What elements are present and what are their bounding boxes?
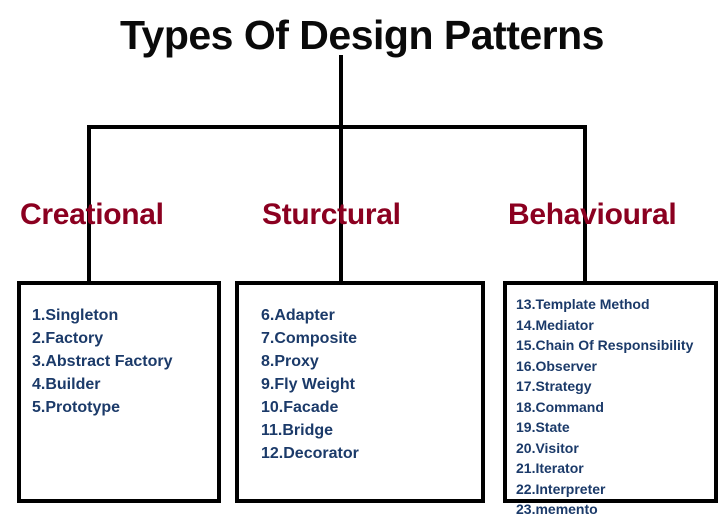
list-item: 13.Template Method: [516, 296, 650, 312]
list-item: 4.Builder: [32, 376, 101, 393]
connector-stem-main: [339, 55, 343, 129]
pattern-list-structural: 6.Adapter 7.Composite 8.Proxy 9.Fly Weight 1…: [261, 304, 481, 465]
list-item: 16.Observer: [516, 357, 597, 374]
list-item: 8.Proxy: [261, 353, 319, 370]
list-item: 6.Adapter: [261, 307, 335, 324]
list-item: 22.Interpreter: [516, 480, 606, 497]
list-item: 23.memento: [516, 501, 598, 517]
list-item: 20.Visitor: [516, 439, 579, 456]
list-item: 17.Strategy: [516, 378, 592, 394]
list-item: 5.Prototype: [32, 399, 121, 416]
list-item: 21.Iterator: [516, 460, 584, 476]
list-item: 12.Decorator: [261, 445, 359, 462]
list-item: 19.State: [516, 419, 570, 435]
category-header-structural: Sturctural: [262, 198, 401, 231]
list-item: 9.Fly Weight: [261, 376, 355, 393]
pattern-box-structural: 6.Adapter 7.Composite 8.Proxy 9.Fly Weight 1…: [235, 281, 485, 503]
category-header-behavioural: Behavioural: [508, 198, 677, 231]
connector-horizontal-bus: [87, 125, 587, 129]
list-item: 11.Bridge: [261, 422, 334, 439]
page-title: Types Of Design Patterns: [120, 12, 604, 58]
list-item: 14.Mediator: [516, 316, 594, 333]
list-item: 10.Facade: [261, 399, 339, 416]
list-item: 2.Factory: [32, 330, 104, 347]
design-patterns-diagram: Types Of Design Patterns Creational Stur…: [0, 0, 724, 517]
pattern-box-creational: 1.Singleton 2.Factory 3.Abstract Factory 4.…: [17, 281, 221, 503]
list-item: 7.Composite: [261, 330, 358, 347]
list-item: 3.Abstract Factory: [32, 353, 173, 370]
list-item: 15.Chain Of Responsibility: [516, 337, 694, 353]
pattern-list-behavioural: 13.Template Method 14.Mediator 15.Chain Of…: [516, 294, 714, 517]
list-item: 18.Command: [516, 398, 604, 415]
category-header-creational: Creational: [20, 198, 164, 231]
pattern-list-creational: 1.Singleton 2.Factory 3.Abstract Factory 4.…: [32, 304, 217, 419]
list-item: 1.Singleton: [32, 307, 119, 324]
pattern-box-behavioural: 13.Template Method 14.Mediator 15.Chain Of…: [503, 281, 718, 517]
